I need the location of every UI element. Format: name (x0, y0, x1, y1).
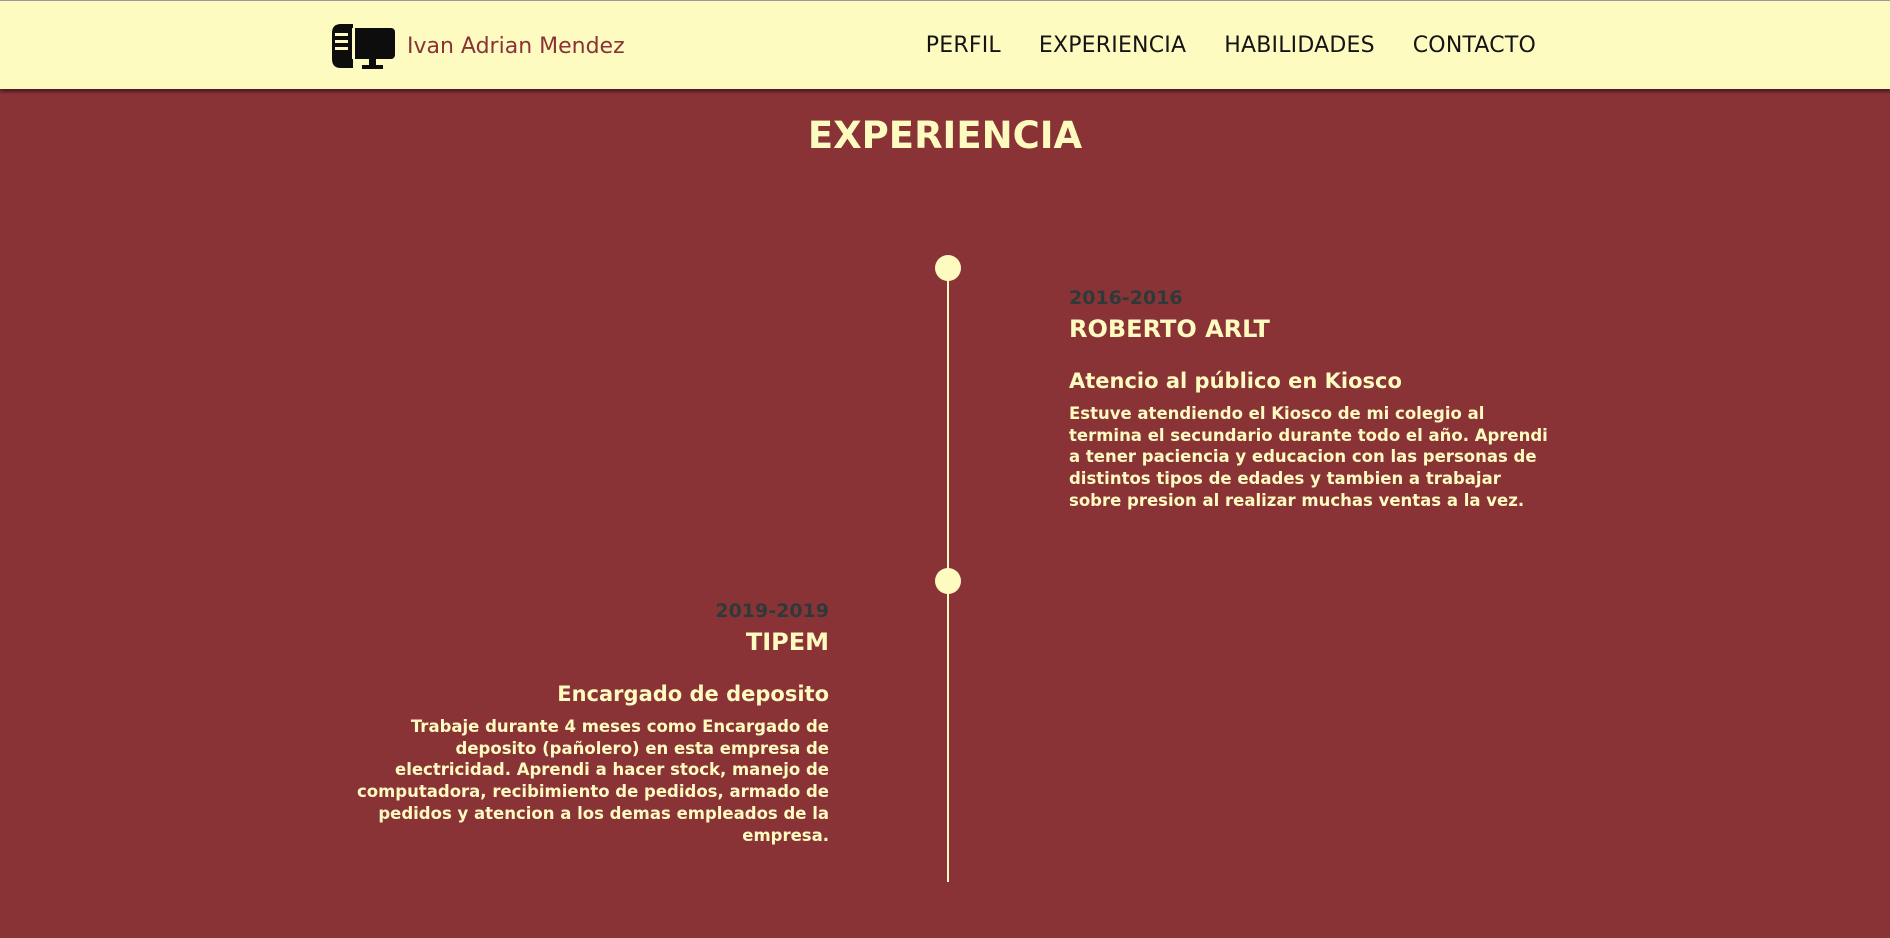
experience-entry: 2016-2016 ROBERTO ARLT Atencio al públic… (1069, 286, 1549, 512)
nav-link-experiencia[interactable]: EXPERIENCIA (1039, 33, 1186, 58)
nav-link-contacto[interactable]: CONTACTO (1413, 33, 1536, 58)
entry-company: ROBERTO ARLT (1069, 315, 1270, 343)
entry-date: 2016-2016 (1069, 287, 1183, 309)
experience-entry: 2019-2019 TIPEM Encargado de deposito Tr… (349, 599, 829, 846)
main-nav: PERFIL EXPERIENCIA HABILIDADES CONTACTO (926, 1, 1536, 89)
navbar: Ivan Adrian Mendez PERFIL EXPERIENCIA HA… (0, 0, 1890, 89)
entry-role: Encargado de deposito (557, 682, 829, 706)
entry-company: TIPEM (745, 628, 829, 656)
section-title: EXPERIENCIA (807, 114, 1083, 157)
entry-description: Estuve atendiendo el Kiosco de mi colegi… (1069, 404, 1548, 510)
brand-name: Ivan Adrian Mendez (407, 33, 625, 59)
timeline-dot (935, 255, 961, 281)
nav-link-perfil[interactable]: PERFIL (926, 33, 1001, 58)
entry-role: Atencio al público en Kiosco (1069, 369, 1402, 393)
entry-date: 2019-2019 (715, 600, 829, 622)
timeline-dot (935, 568, 961, 594)
entry-description: Trabaje durante 4 meses como Encargado d… (357, 717, 829, 845)
brand[interactable]: Ivan Adrian Mendez (331, 21, 625, 71)
computer-monitor-icon (332, 24, 395, 69)
nav-link-habilidades[interactable]: HABILIDADES (1224, 33, 1375, 58)
